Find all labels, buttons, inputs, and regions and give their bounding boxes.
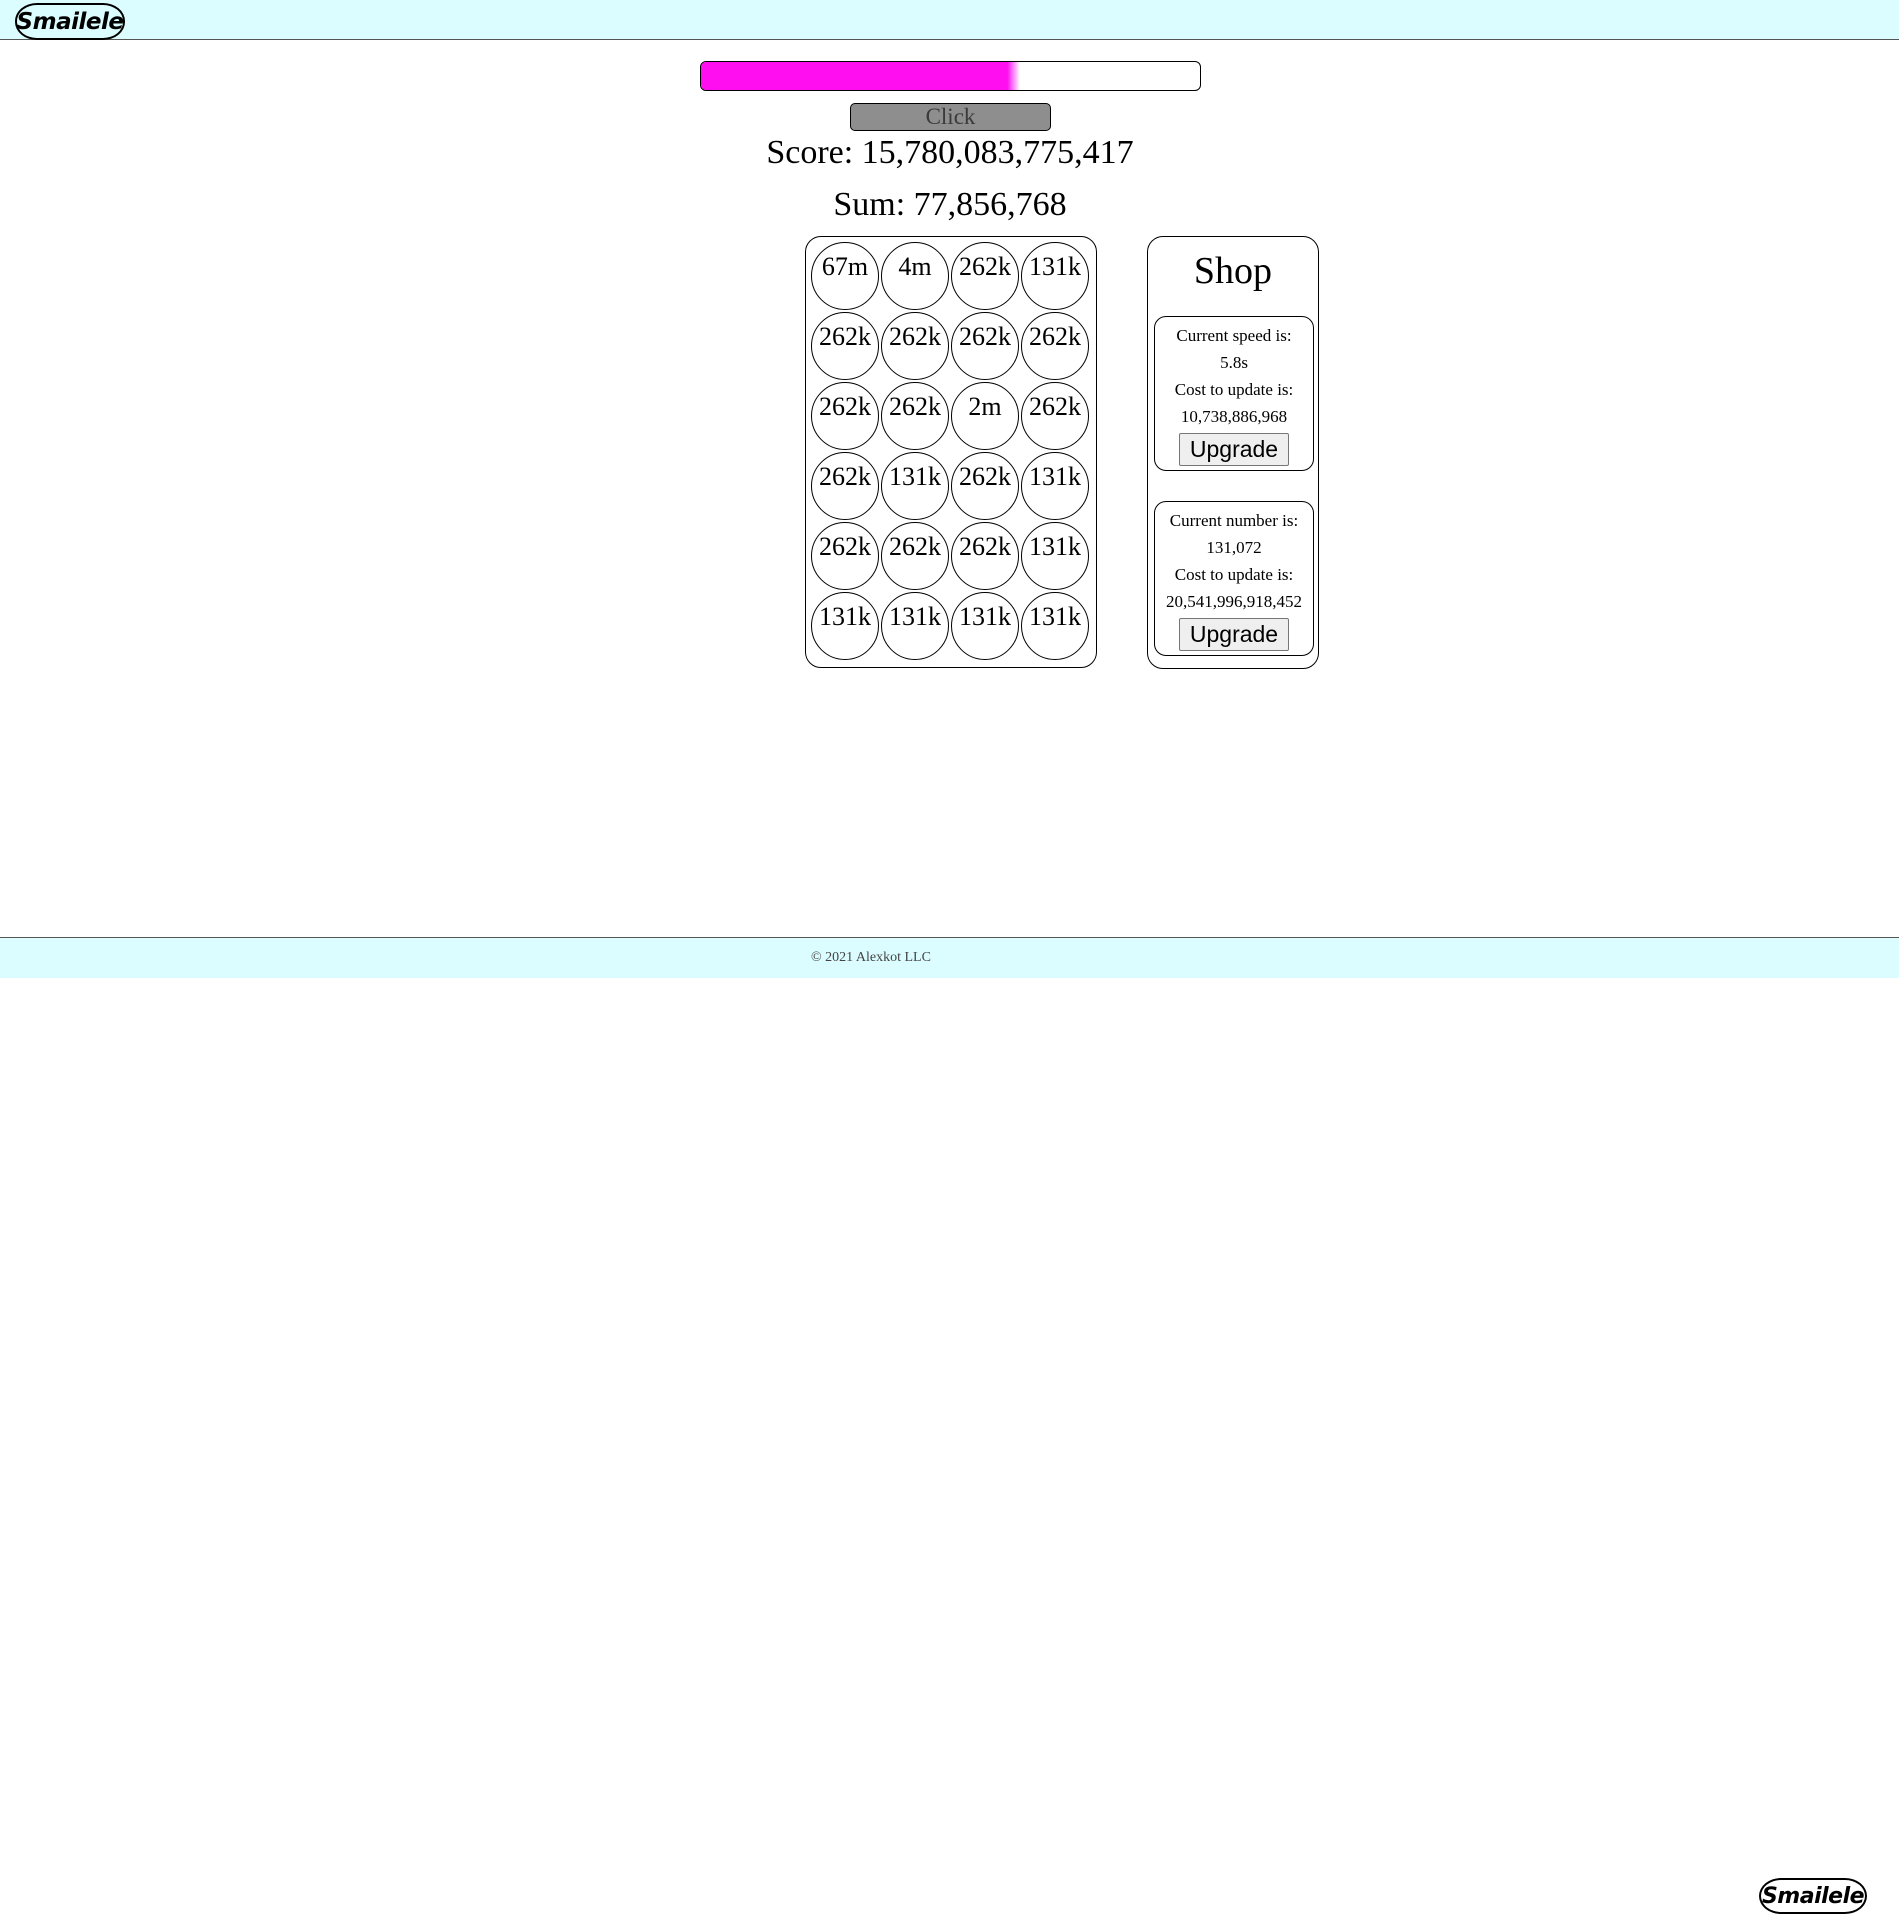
number-upgrade-card: Current number is: 131,072 Cost to updat… xyxy=(1154,501,1314,656)
grid-cell[interactable]: 262k xyxy=(881,312,949,380)
grid-cell[interactable]: 131k xyxy=(811,592,879,660)
progress-bar xyxy=(700,61,1201,91)
grid-cell[interactable]: 262k xyxy=(881,382,949,450)
grid-cell[interactable]: 262k xyxy=(881,522,949,590)
copyright-text: © 2021 Alexkot LLC xyxy=(811,950,931,965)
speed-cost-value: 10,738,886,968 xyxy=(1180,407,1288,426)
sum-display: Sum: 77,856,768 xyxy=(650,185,1250,225)
grid-cell[interactable]: 131k xyxy=(1021,452,1089,520)
grid-cell[interactable]: 262k xyxy=(811,522,879,590)
grid-cell[interactable]: 262k xyxy=(1021,312,1089,380)
grid-cell[interactable]: 67m xyxy=(811,242,879,310)
grid-cell[interactable]: 262k xyxy=(811,382,879,450)
grid-cell[interactable]: 262k xyxy=(951,452,1019,520)
grid-cell[interactable]: 2m xyxy=(951,382,1019,450)
grid-cell[interactable]: 131k xyxy=(1021,242,1089,310)
grid-cell[interactable]: 131k xyxy=(1021,522,1089,590)
sum-label: Sum: xyxy=(833,186,906,223)
footer: © 2021 Alexkot LLC Smailele xyxy=(0,937,1899,1914)
grid-cell[interactable]: 262k xyxy=(951,242,1019,310)
speed-cost-label: Cost to update is: xyxy=(1174,380,1294,399)
grid-cell[interactable]: 262k xyxy=(811,452,879,520)
speed-value: 5.8s xyxy=(1220,353,1248,372)
grid-cell[interactable]: 262k xyxy=(951,522,1019,590)
score-value: 15,780,083,775,417 xyxy=(861,134,1134,171)
top-header: Smailele xyxy=(0,0,1899,40)
grid-cell[interactable]: 262k xyxy=(1021,382,1089,450)
click-button[interactable]: Click xyxy=(850,103,1051,131)
number-grid: 67m 4m 262k 131k 262k 262k 262k 262k 262k 262k 2m 2… xyxy=(805,236,1097,668)
shop-panel: Shop Current speed is: 5.8s Cost to upda… xyxy=(1147,236,1319,669)
grid-cell[interactable]: 262k xyxy=(951,312,1019,380)
grid-cell[interactable]: 131k xyxy=(1021,592,1089,660)
number-label: Current number is: xyxy=(1169,511,1299,530)
speed-upgrade-card: Current speed is: 5.8s Cost to update is… xyxy=(1154,316,1314,471)
smailele-logo[interactable]: Smailele xyxy=(15,3,125,40)
number-value: 131,072 xyxy=(1206,538,1262,557)
speed-label: Current speed is: xyxy=(1176,326,1292,345)
grid-cell[interactable]: 4m xyxy=(881,242,949,310)
grid-cell[interactable]: 131k xyxy=(881,452,949,520)
progress-bar-fill xyxy=(701,62,1021,90)
number-cost-label: Cost to update is: xyxy=(1174,565,1294,584)
grid-cell[interactable]: 131k xyxy=(951,592,1019,660)
grid-cell[interactable]: 262k xyxy=(811,312,879,380)
sum-value: 77,856,768 xyxy=(913,186,1067,223)
speed-upgrade-button[interactable]: Upgrade xyxy=(1179,433,1289,466)
footer-smailele-logo[interactable]: Smailele xyxy=(1759,1878,1867,1914)
shop-title: Shop xyxy=(1193,250,1273,292)
number-cost-value: 20,541,996,918,452 xyxy=(1166,592,1302,611)
grid-cell[interactable]: 131k xyxy=(881,592,949,660)
number-upgrade-button[interactable]: Upgrade xyxy=(1179,618,1289,651)
score-display: Score: 15,780,083,775,417 xyxy=(650,133,1250,173)
score-label: Score: xyxy=(766,134,854,171)
